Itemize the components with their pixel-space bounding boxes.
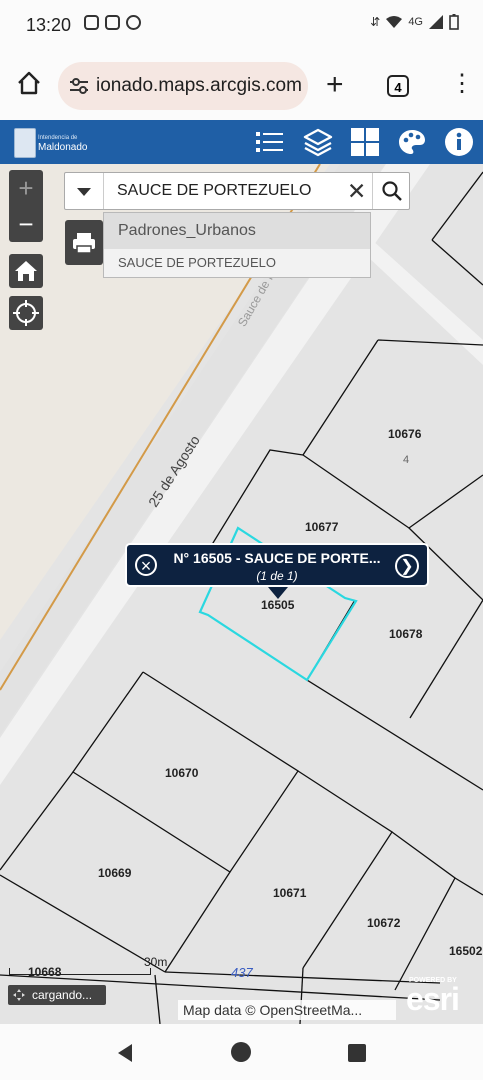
suggestion-group-header: Padrones_Urbanos bbox=[104, 213, 370, 249]
parcel-label: 10672 bbox=[367, 916, 401, 930]
status-app-icons bbox=[84, 15, 141, 30]
parcel-label: 16502 bbox=[449, 944, 483, 958]
browser-toolbar: ionado.maps.arcgis.com + 4 ⋮ bbox=[0, 52, 483, 120]
parcel-label: 10677 bbox=[305, 520, 339, 534]
map-attribution[interactable]: Map data © OpenStreetMa... bbox=[178, 1000, 396, 1020]
home-icon bbox=[15, 261, 37, 281]
parcel-label: 10671 bbox=[273, 886, 307, 900]
back-icon[interactable] bbox=[114, 1042, 136, 1064]
battery-icon bbox=[449, 14, 459, 30]
logo-line1: Intendencia de bbox=[38, 135, 78, 141]
parcel-label: 10676 bbox=[388, 427, 422, 441]
popup-title: N° 16505 - SAUCE DE PORTE... bbox=[173, 550, 381, 566]
map-view[interactable]: 25 de Agosto Sauce de P 437 4 10676 1067… bbox=[0, 164, 483, 1024]
parcel-label: 10669 bbox=[98, 866, 132, 880]
route-label: 437 bbox=[231, 965, 253, 980]
crosshair-icon bbox=[13, 300, 39, 326]
search-suggestions: Padrones_Urbanos SAUCE DE PORTEZUELO bbox=[103, 212, 371, 278]
lot-number: 4 bbox=[403, 454, 410, 466]
search-icon bbox=[382, 181, 402, 201]
recents-icon[interactable] bbox=[348, 1044, 366, 1062]
chrome-icon bbox=[126, 15, 141, 30]
chevron-right-icon[interactable]: ❯ bbox=[395, 554, 419, 578]
close-icon[interactable]: × bbox=[135, 554, 157, 576]
printer-icon bbox=[73, 233, 95, 254]
map-canvas[interactable] bbox=[0, 164, 483, 1024]
scale-bar bbox=[9, 968, 151, 975]
status-bar: 13:20 ⇵ 4G bbox=[0, 0, 483, 52]
locate-button[interactable] bbox=[9, 296, 43, 330]
system-nav-bar bbox=[0, 1024, 483, 1080]
more-menu-icon[interactable]: ⋮ bbox=[450, 72, 474, 96]
zoom-control: + − bbox=[9, 170, 43, 242]
layers-icon[interactable] bbox=[302, 126, 334, 158]
info-icon[interactable] bbox=[443, 126, 475, 158]
address-bar[interactable]: ionado.maps.arcgis.com bbox=[58, 62, 308, 110]
parcel-label: 16505 bbox=[261, 598, 295, 612]
parcel-label: 10678 bbox=[389, 627, 423, 641]
facebook-icon bbox=[105, 15, 120, 30]
zoom-in-button[interactable]: + bbox=[9, 170, 43, 206]
data-arrows-icon: ⇵ bbox=[370, 15, 381, 29]
esri-logo[interactable]: POWERED BY esri bbox=[404, 976, 474, 1016]
palette-icon[interactable] bbox=[396, 126, 428, 158]
home-icon[interactable] bbox=[14, 68, 44, 98]
search-widget: SAUCE DE PORTEZUELO ✕ bbox=[64, 172, 410, 210]
legend-list-icon[interactable] bbox=[254, 126, 286, 158]
suggestion-item[interactable]: SAUCE DE PORTEZUELO bbox=[104, 249, 370, 277]
search-input[interactable]: SAUCE DE PORTEZUELO bbox=[117, 182, 311, 200]
move-icon bbox=[13, 989, 25, 1001]
loading-indicator: cargando... bbox=[8, 985, 106, 1005]
site-settings-icon[interactable] bbox=[68, 76, 90, 96]
wifi-icon bbox=[386, 16, 403, 28]
signal-icon bbox=[429, 15, 443, 29]
loading-text: cargando... bbox=[32, 988, 93, 1002]
clear-icon[interactable]: ✕ bbox=[347, 178, 366, 204]
url-text: ionado.maps.arcgis.com bbox=[96, 75, 302, 96]
status-indicators: ⇵ 4G bbox=[370, 14, 459, 30]
basemap-gallery-icon[interactable] bbox=[349, 126, 381, 158]
network-type: 4G bbox=[408, 16, 423, 28]
status-time: 13:20 bbox=[26, 15, 72, 35]
popup-subtitle: (1 de 1) bbox=[256, 569, 298, 583]
esri-wordmark: esri bbox=[406, 981, 460, 1017]
coat-of-arms-icon bbox=[14, 128, 36, 158]
feature-popup: × N° 16505 - SAUCE DE PORTE... (1 de 1) … bbox=[125, 543, 429, 599]
app-logo: Intendencia de Maldonado bbox=[12, 125, 92, 159]
home-extent-button[interactable] bbox=[9, 254, 43, 288]
zoom-out-button[interactable]: − bbox=[9, 206, 43, 242]
print-button[interactable] bbox=[65, 220, 103, 265]
tab-switcher-button[interactable]: 4 bbox=[387, 75, 409, 97]
instagram-icon bbox=[84, 15, 99, 30]
home-nav-icon[interactable] bbox=[230, 1041, 252, 1063]
new-tab-icon[interactable]: + bbox=[326, 70, 344, 100]
search-button[interactable] bbox=[372, 173, 411, 209]
parcel-label: 10670 bbox=[165, 766, 199, 780]
logo-line2: Maldonado bbox=[38, 142, 88, 153]
search-source-dropdown[interactable] bbox=[65, 173, 104, 209]
scale-label: 30m bbox=[144, 955, 168, 969]
app-header: Intendencia de Maldonado bbox=[0, 120, 483, 164]
